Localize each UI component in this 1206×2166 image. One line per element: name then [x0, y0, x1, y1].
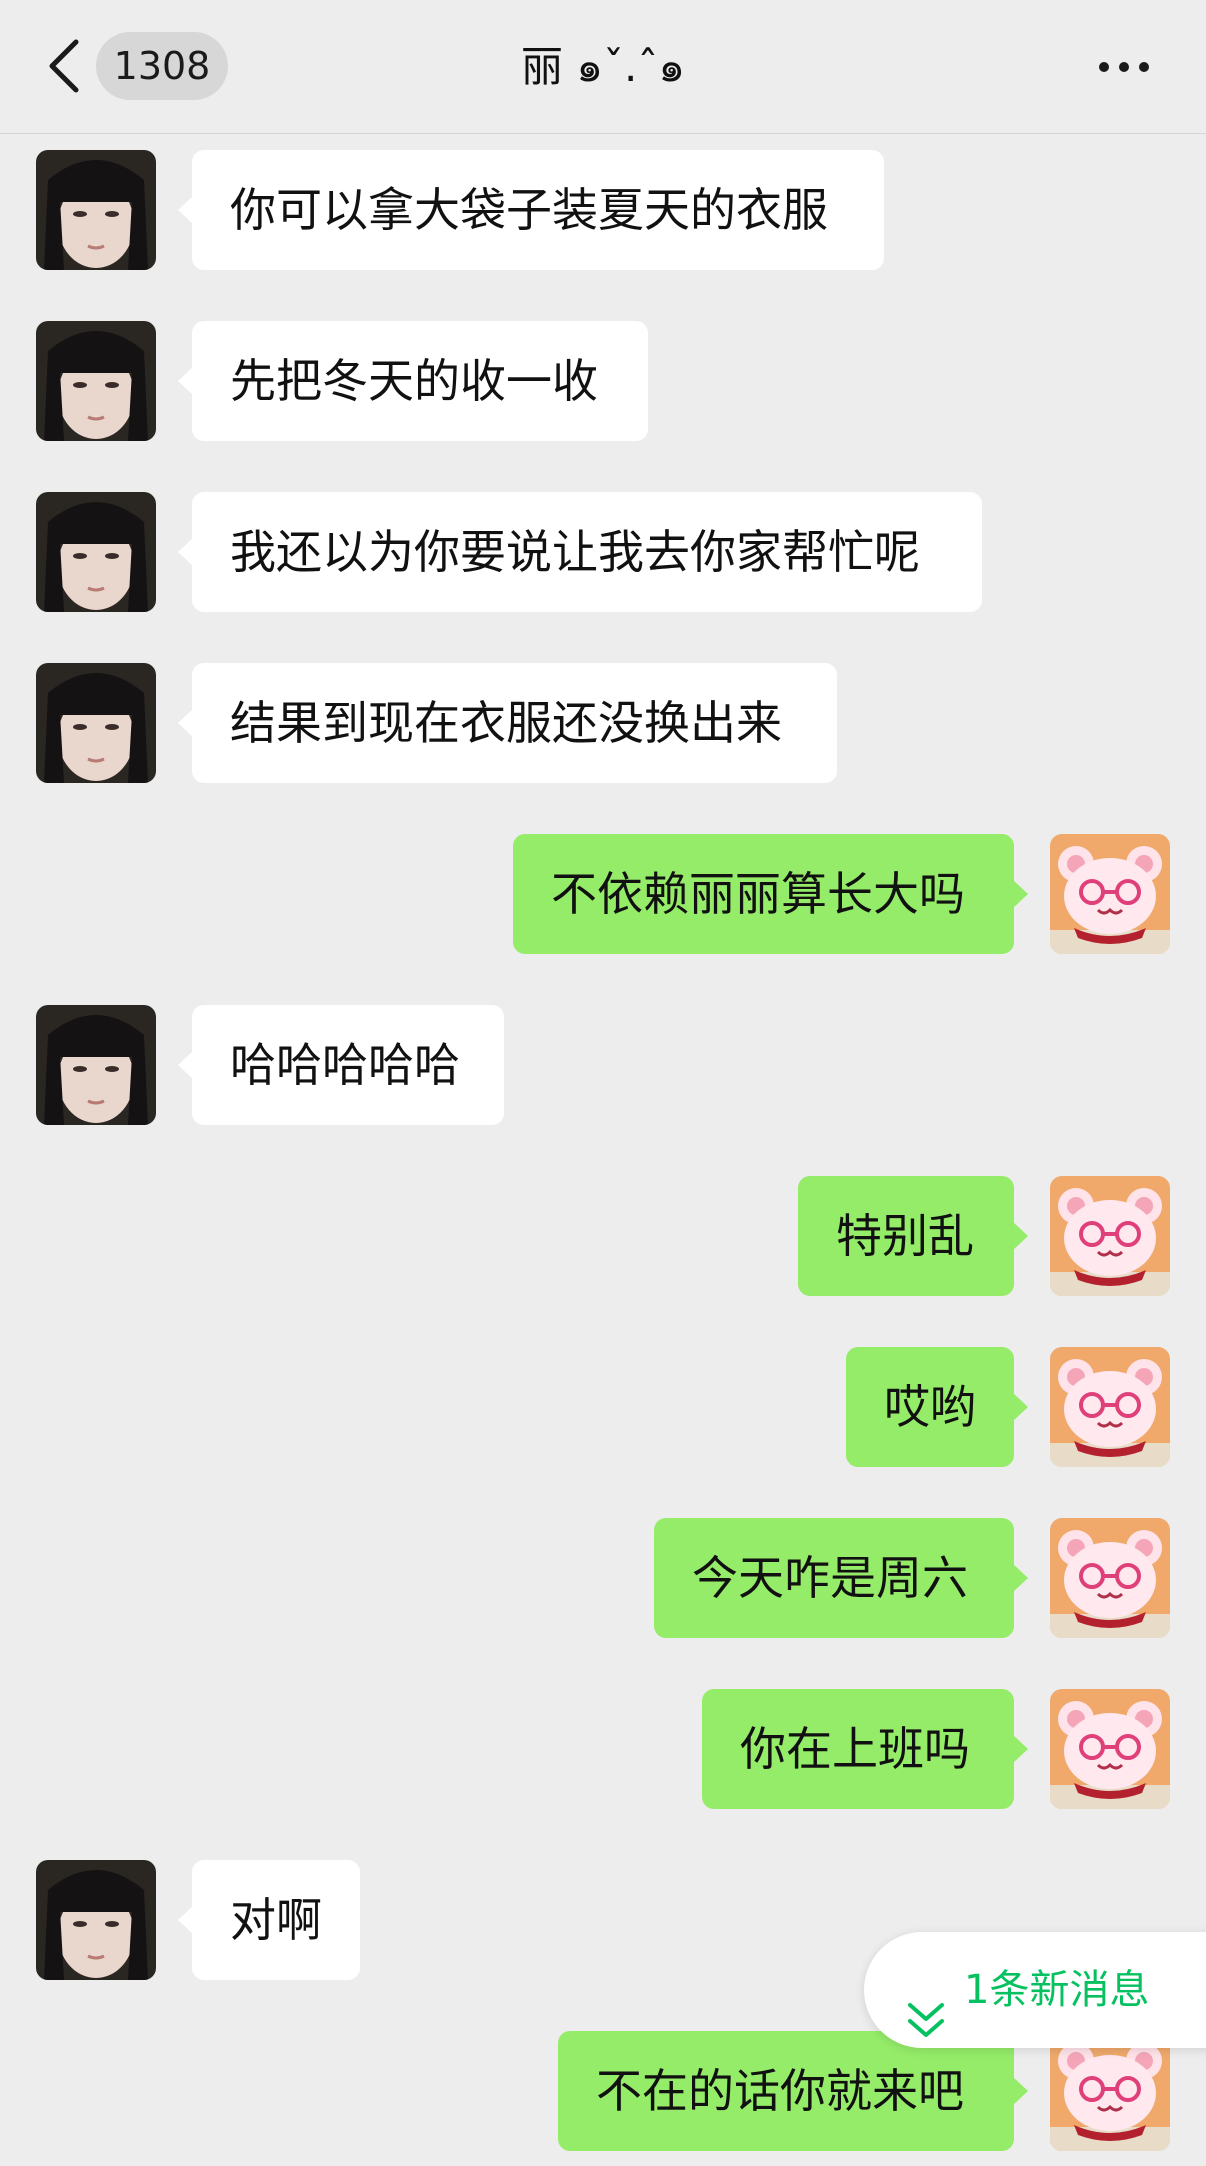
message-bubble-incoming[interactable]: 哈哈哈哈哈 — [178, 1005, 504, 1125]
chat-message-list[interactable]: 你可以拿大袋子装夏天的衣服 先把冬天的收一收 我还以为你要说让我去你家帮忙呢 结… — [0, 0, 1206, 2166]
contact-avatar[interactable] — [36, 1860, 156, 1980]
my-avatar[interactable] — [1050, 1176, 1170, 1296]
contact-avatar[interactable] — [36, 492, 156, 612]
contact-avatar[interactable] — [36, 150, 156, 270]
message-bubble-outgoing[interactable]: 不依赖丽丽算长大吗 — [513, 834, 1028, 954]
chat-title[interactable]: 丽 ๑ˇ.ˆ๑ — [300, 32, 906, 102]
message-bubble-outgoing[interactable]: 特别乱 — [798, 1176, 1028, 1296]
my-avatar[interactable] — [1050, 2031, 1170, 2151]
my-avatar[interactable] — [1050, 1518, 1170, 1638]
message-bubble-outgoing[interactable]: 不在的话你就来吧 — [558, 2031, 1028, 2151]
contact-avatar[interactable] — [36, 321, 156, 441]
my-avatar[interactable] — [1050, 1347, 1170, 1467]
message-bubble-incoming[interactable]: 对啊 — [178, 1860, 360, 1980]
message-bubble-incoming[interactable]: 我还以为你要说让我去你家帮忙呢 — [178, 492, 982, 612]
message-bubble-outgoing[interactable]: 哎哟 — [846, 1347, 1028, 1467]
new-messages-label: 1条新消息 — [964, 1967, 1150, 2013]
contact-avatar[interactable] — [36, 1005, 156, 1125]
message-bubble-incoming[interactable]: 先把冬天的收一收 — [178, 321, 648, 441]
my-avatar[interactable] — [1050, 834, 1170, 954]
chevron-left-icon[interactable] — [42, 36, 86, 96]
my-avatar[interactable] — [1050, 1689, 1170, 1809]
double-chevron-down-icon — [906, 1970, 946, 2037]
contact-avatar[interactable] — [36, 663, 156, 783]
chat-header: 1308 丽 ๑ˇ.ˆ๑ — [0, 0, 1206, 134]
unread-count-badge[interactable]: 1308 — [96, 32, 228, 100]
new-messages-button[interactable]: 1条新消息 — [864, 1932, 1206, 2048]
ellipsis-icon[interactable] — [1096, 56, 1152, 78]
message-bubble-outgoing[interactable]: 今天咋是周六 — [654, 1518, 1028, 1638]
message-bubble-outgoing[interactable]: 你在上班吗 — [702, 1689, 1028, 1809]
message-bubble-incoming[interactable]: 你可以拿大袋子装夏天的衣服 — [178, 150, 884, 270]
message-bubble-incoming[interactable]: 结果到现在衣服还没换出来 — [178, 663, 837, 783]
